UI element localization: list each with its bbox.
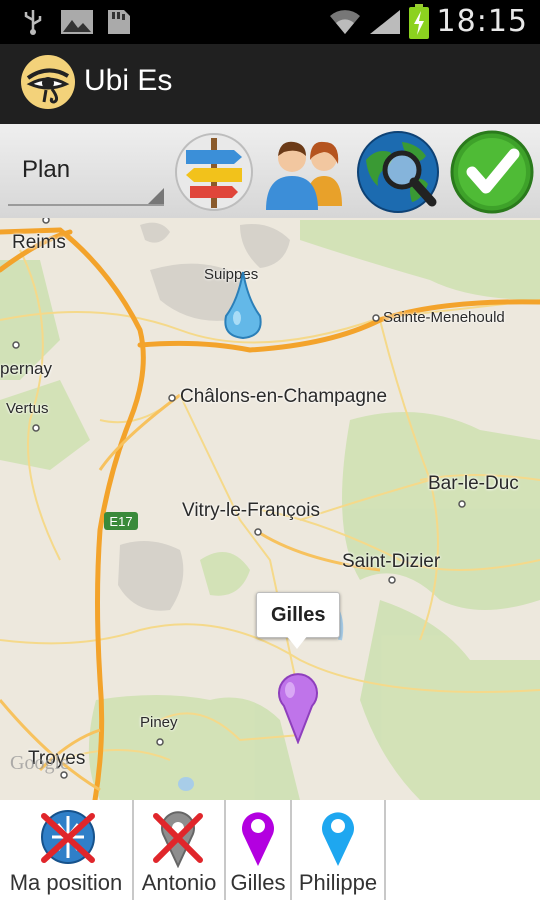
tab-label-philippe: Philippe [298, 870, 378, 895]
tab-gilles[interactable]: Gilles [226, 800, 292, 900]
status-time: 18:15 [436, 4, 528, 39]
app-title: Ubi Es [84, 64, 173, 97]
svg-text:E17: E17 [109, 514, 132, 529]
spinner-arrow-icon [148, 188, 164, 204]
globe-crossed-icon [41, 810, 95, 864]
wifi-icon [330, 10, 360, 34]
marker-callout[interactable]: Gilles [256, 592, 341, 638]
place-label-piney: Piney [140, 714, 178, 731]
place-label-sainte-menehould: Sainte-Menehould [383, 309, 505, 326]
bottom-bar: Ma position Antonio Gilles Philippe [0, 800, 540, 900]
place-label-reims: Reims [12, 232, 66, 253]
signal-icon [370, 10, 400, 34]
toolbar: Plan [0, 124, 540, 218]
people-icon[interactable] [262, 130, 346, 214]
status-bar: 18:15 [0, 0, 540, 44]
tab-philippe[interactable]: Philippe [292, 800, 386, 900]
tab-label-gilles: Gilles [230, 870, 286, 895]
google-watermark: Google [10, 752, 69, 774]
place-label-bar-le-duc: Bar-le-Duc [428, 473, 519, 494]
battery-charging-icon [409, 4, 429, 39]
gray-pin-crossed-icon [153, 811, 203, 868]
tab-ma-position[interactable]: Ma position [0, 800, 134, 900]
tab-label-ma-position: Ma position [9, 870, 123, 895]
picture-icon [61, 10, 93, 34]
purple-marker-icon[interactable] [276, 672, 320, 744]
signpost-icon[interactable] [172, 130, 256, 214]
globe-search-icon[interactable] [356, 130, 440, 214]
place-label-vitry: Vitry-le-François [182, 500, 320, 521]
place-label-pernay: pernay [0, 359, 52, 378]
place-label-vertus: Vertus [6, 400, 49, 417]
tab-antonio[interactable]: Antonio [134, 800, 226, 900]
map-type-label: Plan [22, 156, 71, 183]
place-label-chalons: Châlons-en-Champagne [180, 386, 388, 407]
eye-of-horus-icon[interactable] [20, 54, 76, 110]
place-label-saint-dizier: Saint-Dizier [342, 551, 441, 572]
purple-pin-icon [242, 812, 274, 866]
checkmark-icon[interactable] [450, 130, 534, 214]
sd-card-icon [108, 10, 130, 34]
callout-tail [286, 635, 308, 649]
usb-icon [24, 10, 42, 35]
action-bar: Ubi Es [0, 44, 540, 124]
blue-marker-icon[interactable] [222, 270, 264, 342]
tab-label-antonio: Antonio [141, 870, 217, 895]
map-type-spinner[interactable]: Plan [8, 146, 164, 206]
map-view[interactable]: E17 Reims Suippes Sainte-Menehould perna… [0, 218, 540, 800]
blue-pin-icon [322, 812, 354, 866]
